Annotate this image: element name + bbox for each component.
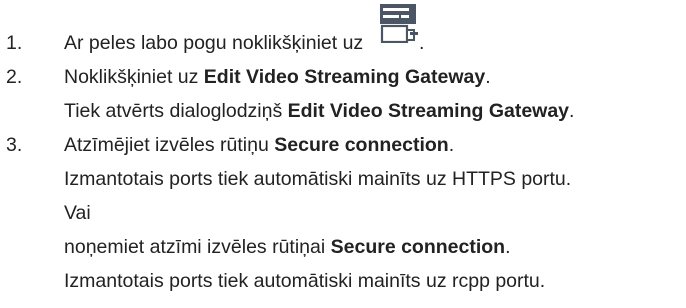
instruction-steps: 1. Ar peles labo pogu noklikšķiniet uz .… — [0, 0, 686, 308]
step-3-line-2: Izmantotais ports tiek automātiski mainī… — [64, 168, 572, 190]
step-1-text-before: Ar peles labo pogu noklikšķiniet uz — [64, 32, 364, 54]
step-2-result-bold: Edit Video Streaming Gateway — [287, 100, 570, 122]
step-3-line-4: noņemiet atzīmi izvēles rūtiņai Secure c… — [64, 235, 511, 259]
step-1-text: Ar peles labo pogu noklikšķiniet uz — [64, 31, 363, 55]
step-2-text: Noklikšķiniet uz Edit Video Streaming Ga… — [64, 65, 491, 89]
step-1-number: 1. — [6, 32, 23, 54]
step-3-number: 3. — [6, 134, 23, 156]
step-3-line-3: Vai — [64, 202, 91, 224]
step-3-line-4-after: . — [505, 236, 511, 258]
step-3-text-before: Atzīmējiet izvēles rūtiņu — [64, 134, 275, 156]
step-1-period: . — [419, 32, 425, 54]
step-2-result-after: . — [569, 100, 575, 122]
step-2-result: Tiek atvērts dialoglodziņš Edit Video St… — [64, 99, 574, 123]
step-2-bold: Edit Video Streaming Gateway — [203, 66, 486, 88]
step-3-bold: Secure connection — [274, 134, 449, 156]
step-3-line-4-before: noņemiet atzīmi izvēles rūtiņai — [64, 236, 331, 258]
step-2-number: 2. — [6, 66, 23, 88]
step-3-line-4-bold: Secure connection — [330, 236, 506, 258]
step-2-text-after: . — [485, 66, 491, 88]
step-2-text-before: Noklikšķiniet uz — [64, 66, 204, 88]
step-3-line-5: Izmantotais ports tiek automātiski mainī… — [64, 270, 546, 292]
step-3-text: Atzīmējiet izvēles rūtiņu Secure connect… — [64, 133, 454, 157]
step-3-text-after: . — [448, 134, 455, 156]
gateway-device-icon — [373, 1, 421, 44]
step-2-result-before: Tiek atvērts dialoglodziņš — [64, 100, 288, 122]
